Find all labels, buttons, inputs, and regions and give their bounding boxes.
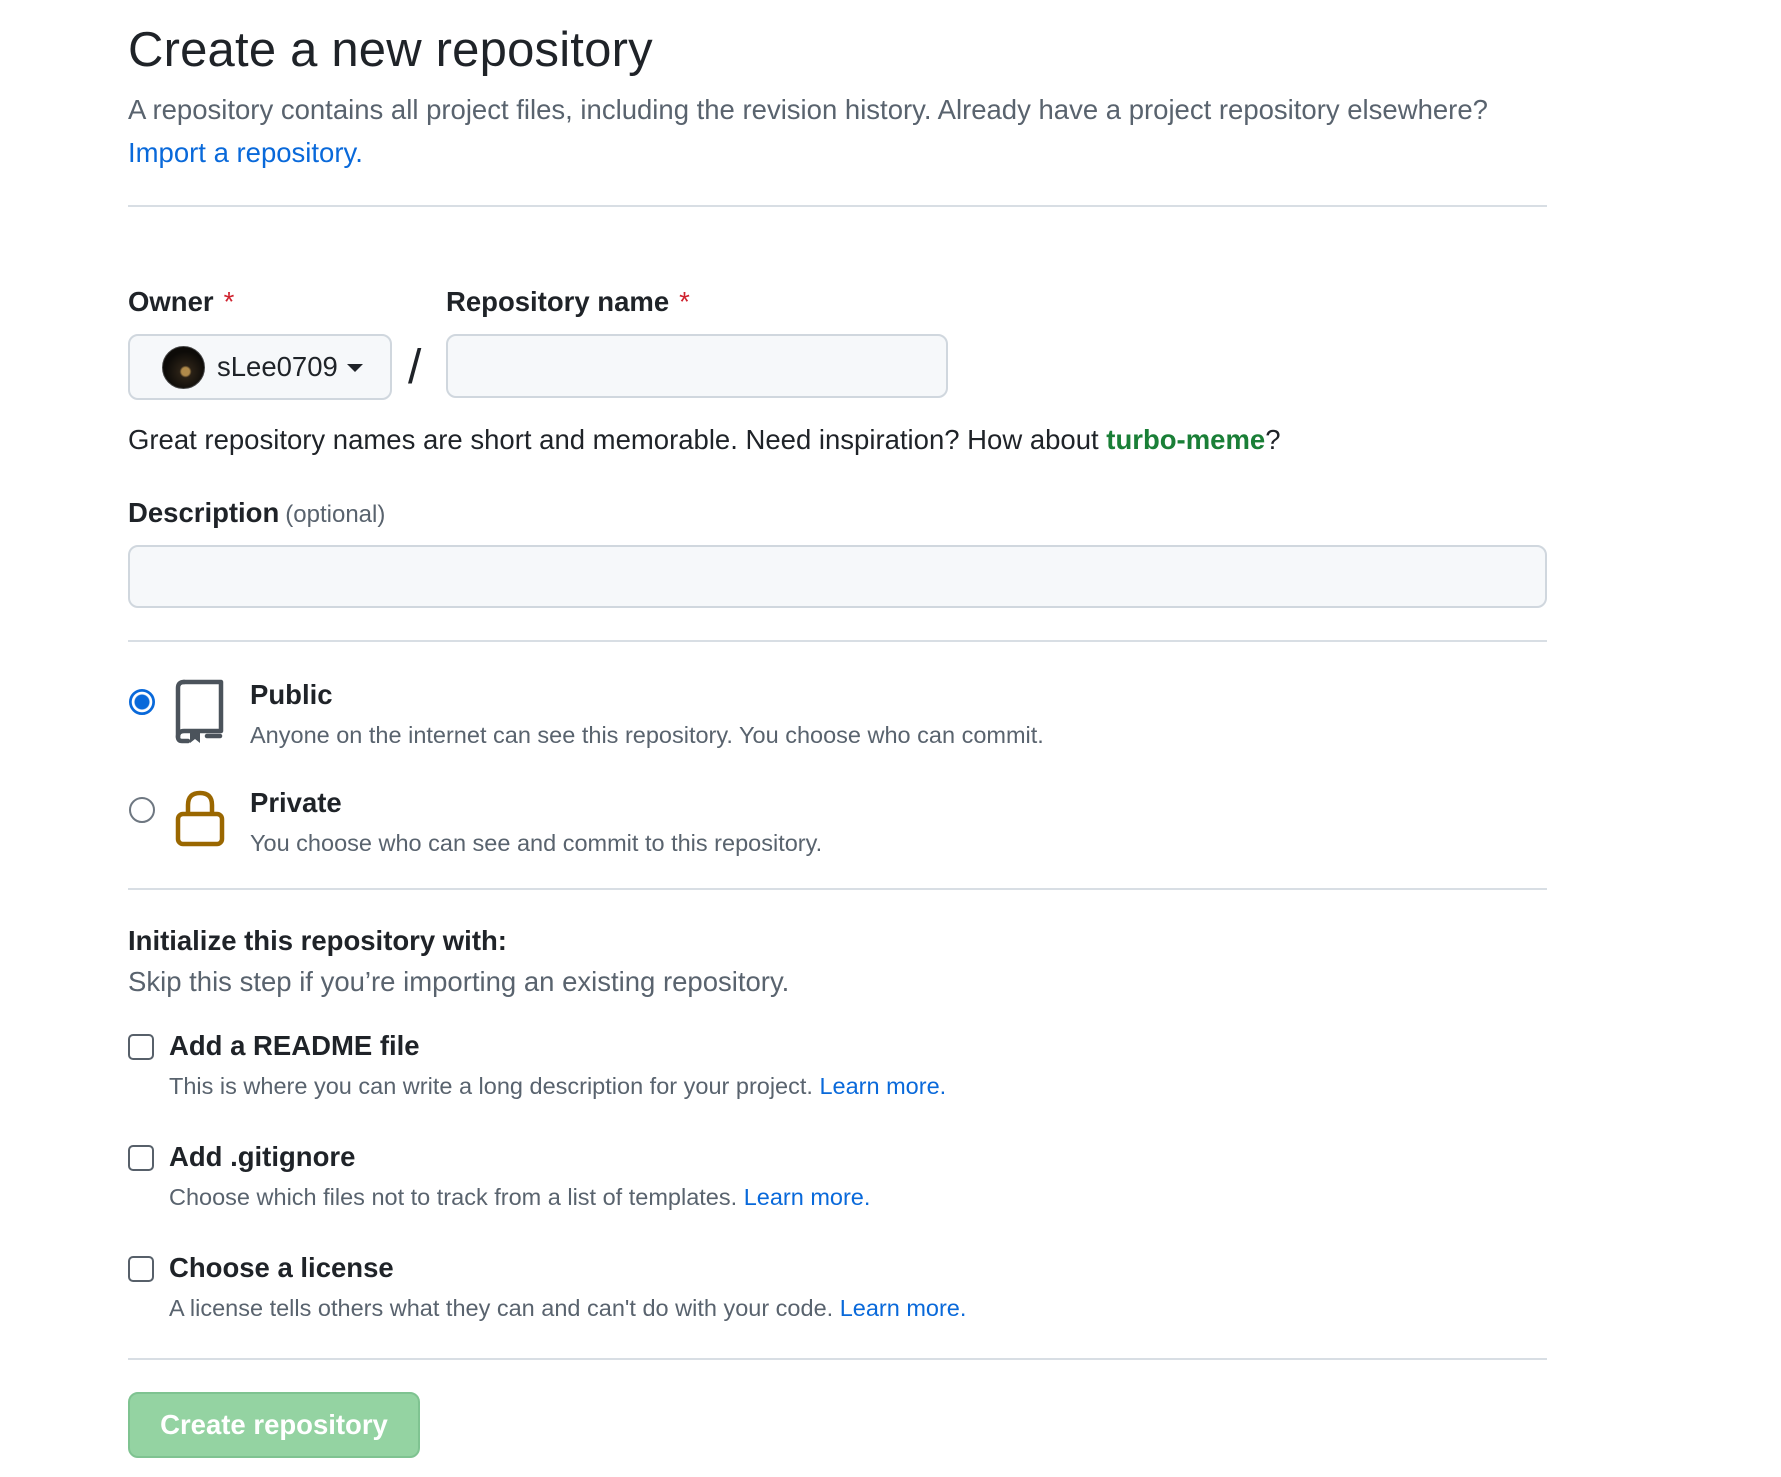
license-option-title: Choose a license [169, 1252, 394, 1283]
gitignore-checkbox[interactable] [128, 1145, 154, 1171]
description-input[interactable] [128, 545, 1547, 608]
repository-name-label-text: Repository name [446, 286, 670, 317]
hint-end: ? [1265, 424, 1281, 455]
divider [128, 640, 1547, 642]
required-mark: * [223, 286, 235, 317]
required-mark: * [679, 286, 690, 317]
init-section-subtitle: Skip this step if you’re importing an ex… [128, 966, 790, 997]
page-title: Create a new repository [128, 23, 653, 77]
optional-tag: (optional) [285, 501, 386, 528]
lock-icon [175, 790, 225, 847]
license-option-desc: A license tells others what they can and… [169, 1295, 966, 1322]
divider [128, 205, 1547, 207]
repository-name-input[interactable] [446, 334, 948, 398]
readme-desc-text: This is where you can write a long descr… [169, 1073, 820, 1099]
public-option-title: Public [250, 679, 333, 710]
gitignore-option-desc: Choose which files not to track from a l… [169, 1184, 870, 1211]
private-option-desc: You choose who can see and commit to thi… [250, 830, 823, 856]
import-repository-link[interactable]: Import a repository. [128, 137, 363, 169]
page-subtitle: A repository contains all project files,… [128, 94, 1488, 125]
owner-label: Owner * [128, 286, 234, 318]
owner-name: sLee0709 [217, 351, 338, 382]
license-learn-more-link[interactable]: Learn more. [840, 1295, 967, 1321]
description-label-text: Description [128, 497, 280, 528]
readme-learn-more-link[interactable]: Learn more. [819, 1073, 946, 1099]
public-radio[interactable] [129, 689, 155, 715]
owner-dropdown[interactable]: sLee0709 [128, 334, 392, 400]
name-suggestion[interactable]: turbo-meme [1106, 424, 1265, 455]
readme-checkbox[interactable] [128, 1034, 154, 1060]
divider [128, 1358, 1547, 1360]
repo-icon [175, 679, 224, 744]
description-label: Description (optional) [128, 497, 385, 529]
avatar [162, 345, 205, 389]
owner-label-text: Owner [128, 286, 214, 317]
license-desc-text: A license tells others what they can and… [169, 1295, 840, 1321]
private-radio[interactable] [129, 797, 155, 823]
gitignore-learn-more-link[interactable]: Learn more. [744, 1184, 871, 1210]
private-option-title: Private [250, 787, 342, 818]
readme-option-title: Add a README file [169, 1030, 420, 1061]
public-option-desc: Anyone on the internet can see this repo… [250, 722, 1044, 748]
license-checkbox[interactable] [128, 1256, 154, 1282]
repository-name-label: Repository name * [446, 286, 690, 318]
gitignore-desc-text: Choose which files not to track from a l… [169, 1184, 744, 1210]
readme-option-desc: This is where you can write a long descr… [169, 1073, 946, 1100]
hint-text: Great repository names are short and mem… [128, 424, 1107, 455]
init-section-title: Initialize this repository with: [128, 925, 507, 956]
divider [128, 888, 1547, 890]
repository-name-hint: Great repository names are short and mem… [128, 424, 1280, 456]
caret-down-icon [346, 364, 363, 372]
owner-repo-separator: / [408, 341, 422, 394]
gitignore-option-title: Add .gitignore [169, 1141, 356, 1172]
create-repository-button[interactable]: Create repository [128, 1392, 420, 1458]
